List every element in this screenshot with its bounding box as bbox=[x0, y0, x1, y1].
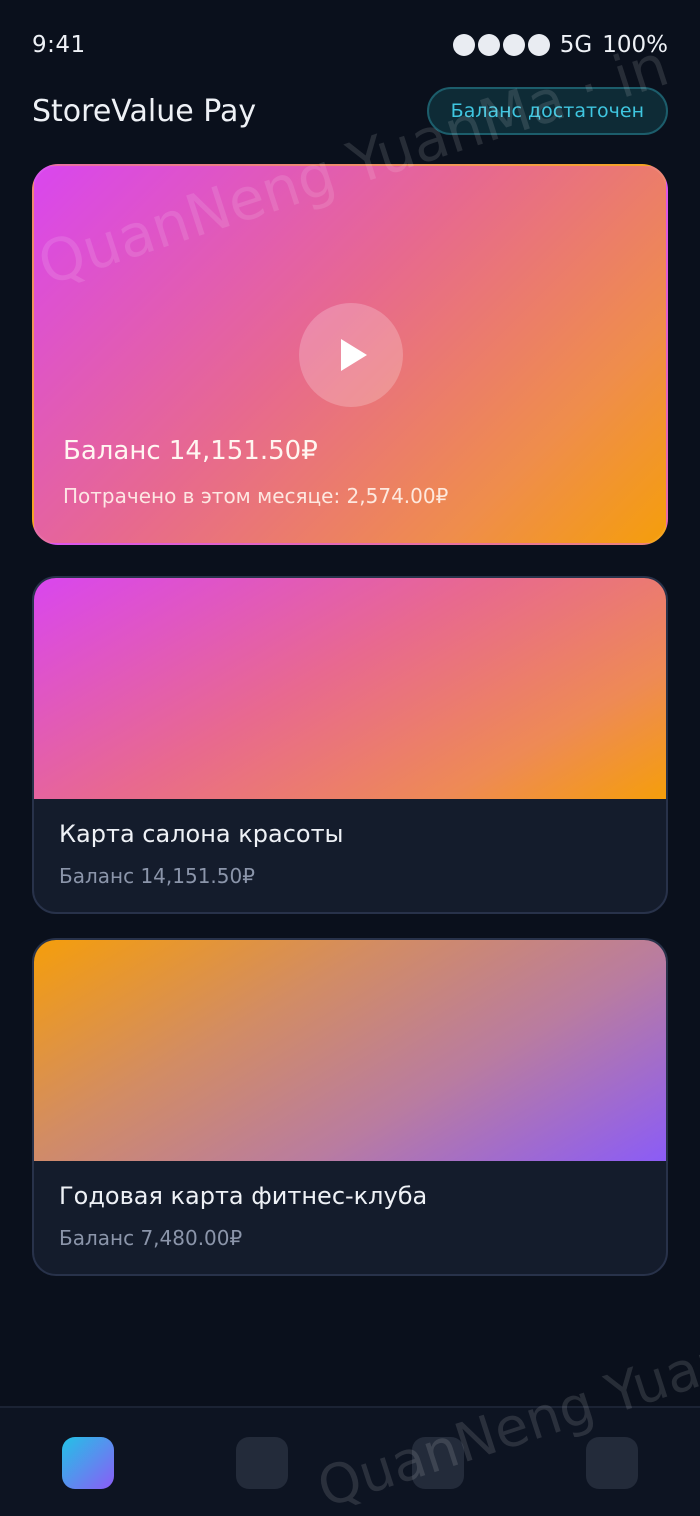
card-beauty-salon[interactable]: Карта салона красоты Баланс 14,151.50₽ bbox=[32, 576, 668, 914]
play-button[interactable] bbox=[299, 303, 403, 407]
signal-dot bbox=[527, 34, 550, 56]
nav-tab-2[interactable] bbox=[236, 1437, 288, 1489]
signal-dot bbox=[477, 34, 500, 56]
card-artwork bbox=[34, 940, 666, 1161]
hero-monthly-spent: Потрачено в этом месяце: 2,574.00₽ bbox=[63, 484, 449, 508]
play-icon bbox=[341, 339, 367, 371]
signal-dot bbox=[502, 34, 525, 56]
app-header: StoreValue Pay Баланс достаточен bbox=[32, 86, 668, 136]
nav-tab-4[interactable] bbox=[586, 1437, 638, 1489]
balance-status-label: Баланс достаточен bbox=[450, 100, 644, 122]
hero-balance-card[interactable]: Баланс 14,151.50₽ Потрачено в этом месяц… bbox=[32, 164, 668, 545]
card-name: Годовая карта фитнес-клуба bbox=[59, 1182, 428, 1210]
card-fitness-club[interactable]: Годовая карта фитнес-клуба Баланс 7,480.… bbox=[32, 938, 668, 1276]
balance-status-badge[interactable]: Баланс достаточен bbox=[426, 87, 668, 135]
nav-tab-3[interactable] bbox=[412, 1437, 464, 1489]
hero-balance: Баланс 14,151.50₽ bbox=[63, 436, 318, 466]
network-label: 5G bbox=[559, 32, 593, 58]
signal-dots-icon bbox=[452, 34, 550, 56]
card-name: Карта салона красоты bbox=[59, 820, 344, 848]
card-balance: Баланс 7,480.00₽ bbox=[59, 1226, 243, 1250]
status-time: 9:41 bbox=[32, 32, 86, 58]
card-balance: Баланс 14,151.50₽ bbox=[59, 864, 255, 888]
app-title: StoreValue Pay bbox=[32, 93, 257, 129]
status-indicators: 5G 100% bbox=[452, 32, 668, 58]
battery-label: 100% bbox=[602, 32, 668, 58]
status-bar: 9:41 5G 100% bbox=[0, 0, 700, 90]
signal-dot bbox=[452, 34, 475, 56]
card-artwork bbox=[34, 578, 666, 799]
bottom-nav bbox=[0, 1406, 700, 1516]
nav-tab-home[interactable] bbox=[62, 1437, 114, 1489]
app-screen: 9:41 5G 100% StoreValue Pay Баланс доста… bbox=[0, 0, 700, 1516]
